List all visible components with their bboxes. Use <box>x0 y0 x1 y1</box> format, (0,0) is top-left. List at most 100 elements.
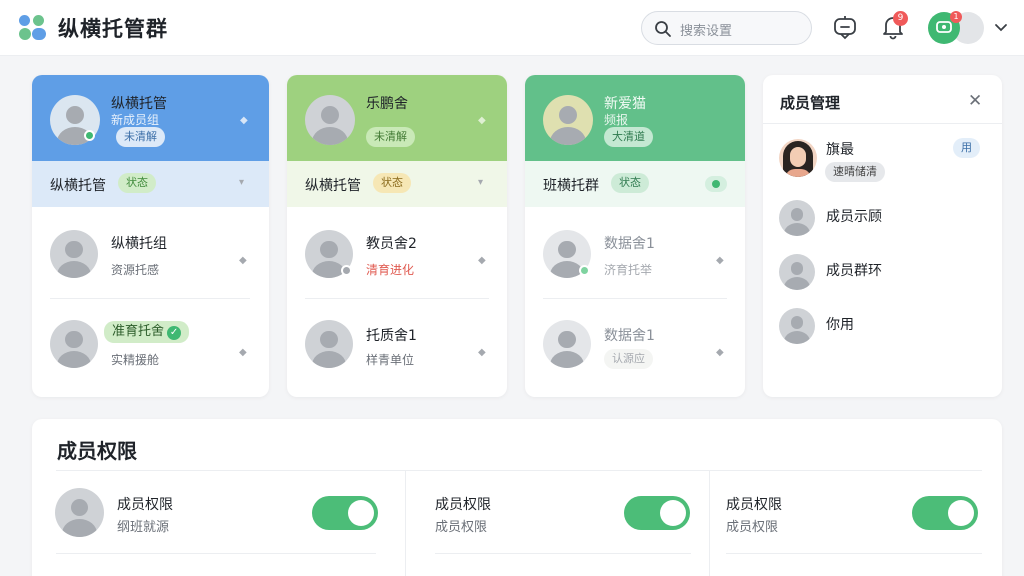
card-header: 乐鹏舍 未清解 ◆ <box>287 75 507 161</box>
permission-toggle[interactable] <box>624 496 690 530</box>
card-subtitle: 频报 <box>604 113 629 127</box>
checkmark-icon: ✓ <box>167 326 182 340</box>
more-icon[interactable]: ◆ <box>478 115 486 126</box>
card-tag[interactable]: 未清解 <box>366 127 415 147</box>
strip-label: 班横托群 <box>543 178 599 194</box>
group-card-2[interactable]: 乐鹏舍 未清解 ◆ 纵横托管 状态 ▾ 教员舍2 清育进化 ◆ 托质舍1 样青单… <box>287 75 507 397</box>
profile-badge: 1 <box>950 11 962 23</box>
expand-icon[interactable]: ▾ <box>239 177 244 188</box>
card-subtitle: 新成员组 <box>111 113 160 127</box>
expand-icon[interactable]: ▾ <box>478 177 483 188</box>
user-chat-icon <box>936 21 952 33</box>
permission-title: 成员权限 <box>435 497 491 513</box>
status-pill[interactable]: 状态 <box>373 173 411 193</box>
divider <box>56 553 376 554</box>
app-title: 纵横托管群 <box>58 17 168 41</box>
card-title: 乐鹏舍 <box>366 96 408 112</box>
divider <box>726 553 982 554</box>
permission-toggle[interactable] <box>912 496 978 530</box>
card-status-strip: 纵横托管 状态 ▾ <box>32 161 269 207</box>
permission-sub: 纲班就源 <box>117 520 170 535</box>
avatar <box>55 488 104 537</box>
member-name: 纵横托组 <box>111 236 167 252</box>
member-name: 准育托舍 <box>112 324 165 339</box>
permission-title: 成员权限 <box>726 497 782 513</box>
search-icon <box>655 21 671 37</box>
divider <box>56 470 982 471</box>
card-status-strip: 班横托群 状态 <box>525 161 745 207</box>
group-card-1[interactable]: 纵横托管 新成员组 未清解 ◆ 纵横托管 状态 ▾ 纵横托组 资源托感 ◆ 准育… <box>32 75 269 397</box>
row-arrow-icon[interactable]: ◆ <box>239 255 247 266</box>
column-divider <box>405 471 406 576</box>
offline-status-dot <box>341 265 352 276</box>
member-sub-pill: 认源应 <box>604 349 653 369</box>
card-title: 纵横托管 <box>111 96 167 112</box>
member-item[interactable]: 成员示顾 <box>826 206 882 226</box>
avatar <box>50 230 98 278</box>
divider <box>763 123 1002 124</box>
strip-label: 纵横托管 <box>305 178 361 194</box>
app-logo-icon <box>18 14 50 42</box>
avatar <box>543 95 593 145</box>
notification-badge: 9 <box>893 11 908 26</box>
status-indicator-toggle[interactable] <box>705 176 727 192</box>
strip-label: 纵横托管 <box>50 178 106 194</box>
avatar <box>50 320 98 368</box>
member-name: 旗最 <box>826 142 854 158</box>
avatar <box>305 320 353 368</box>
row-arrow-icon[interactable]: ◆ <box>478 347 486 358</box>
avatar <box>779 254 815 290</box>
close-icon[interactable]: ✕ <box>968 91 982 111</box>
member-sub: 资源托感 <box>111 263 160 277</box>
permission-sub: 成员权限 <box>435 520 488 535</box>
more-icon[interactable]: ◆ <box>240 115 248 126</box>
member-photo-avatar[interactable] <box>779 139 817 177</box>
permission-toggle[interactable] <box>312 496 378 530</box>
online-status-dot <box>579 265 590 276</box>
permission-sub: 成员权限 <box>726 520 779 535</box>
member-sub: 样青单位 <box>366 353 415 367</box>
member-management-panel: 成员管理 ✕ 旗最 速晴储清 用 成员示顾 成员群环 你用 <box>763 75 1002 397</box>
member-name: 教员舍2 <box>366 236 417 252</box>
member-sub: 济育托举 <box>604 263 653 277</box>
member-item[interactable]: 成员群环 <box>826 260 882 280</box>
card-tag[interactable]: 未清解 <box>116 127 165 147</box>
member-item[interactable]: 你用 <box>826 314 854 334</box>
verified-member-pill[interactable]: 准育托舍 ✓ <box>104 321 190 343</box>
column-divider <box>709 471 710 576</box>
member-sub: 实精援舱 <box>111 353 160 367</box>
row-arrow-icon[interactable]: ◆ <box>716 255 724 266</box>
row-arrow-icon[interactable]: ◆ <box>716 347 724 358</box>
member-name: 数据舍1 <box>604 236 655 252</box>
status-pill[interactable]: 状态 <box>611 173 649 193</box>
group-card-3[interactable]: 新爱猫 频报 大清道 班横托群 状态 数据舍1 济育托举 ◆ 数据舍1 认源应 … <box>525 75 745 397</box>
card-header: 新爱猫 频报 大清道 <box>525 75 745 161</box>
search-placeholder: 搜索设置 <box>680 24 733 39</box>
panel-title: 成员管理 <box>780 94 841 112</box>
section-title: 成员权限 <box>57 439 137 463</box>
card-status-strip: 纵横托管 状态 ▾ <box>287 161 507 207</box>
status-pill[interactable]: 状态 <box>118 173 156 193</box>
member-action-button[interactable]: 用 <box>953 138 980 158</box>
avatar <box>543 320 591 368</box>
card-header: 纵横托管 新成员组 未清解 ◆ <box>32 75 269 161</box>
member-sub: 清育进化 <box>366 263 415 277</box>
divider <box>50 298 250 299</box>
permission-title: 成员权限 <box>117 497 173 513</box>
member-role-tag[interactable]: 速晴储清 <box>825 162 885 182</box>
member-permissions-section: 成员权限 成员权限 纲班就源 成员权限 成员权限 成员权限 成员权限 <box>32 419 1002 576</box>
divider <box>305 298 489 299</box>
chevron-down-icon[interactable] <box>994 20 1008 34</box>
row-arrow-icon[interactable]: ◆ <box>478 255 486 266</box>
search-box[interactable]: 搜索设置 <box>641 11 812 45</box>
avatar <box>779 308 815 344</box>
chat-bot-icon[interactable] <box>832 14 858 40</box>
online-status-dot <box>84 130 95 141</box>
card-title: 新爱猫 <box>604 96 646 112</box>
card-tag[interactable]: 大清道 <box>604 127 653 147</box>
row-arrow-icon[interactable]: ◆ <box>239 347 247 358</box>
divider <box>435 553 691 554</box>
avatar <box>305 95 355 145</box>
divider <box>543 298 727 299</box>
member-name: 数据舍1 <box>604 328 655 344</box>
